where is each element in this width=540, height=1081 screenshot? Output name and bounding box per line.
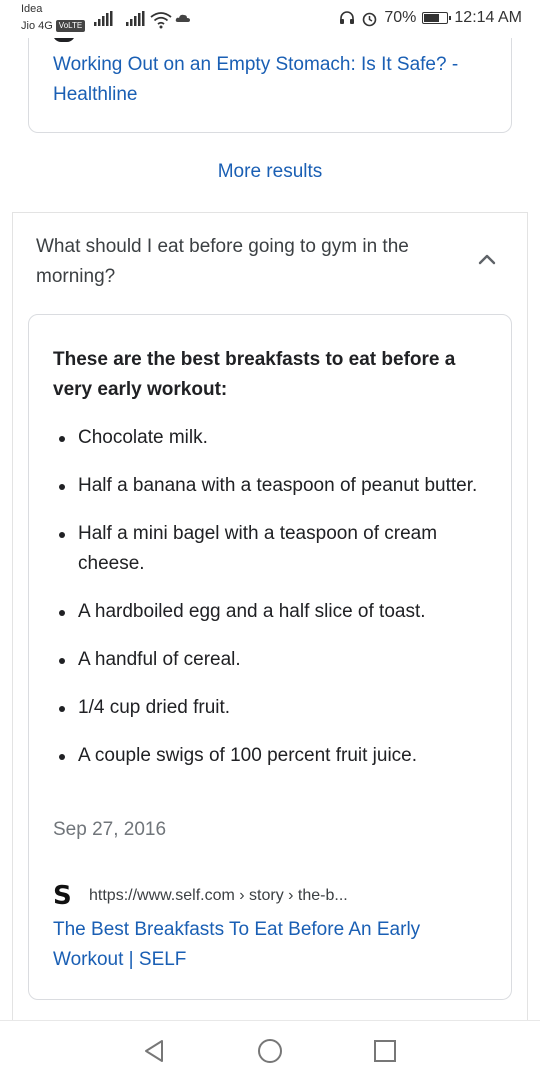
answer-list-item: Chocolate milk. [59,423,489,453]
carrier-secondary: Jio 4G VoLTE [21,20,86,32]
battery-percent: 70% [384,9,417,26]
alarm-icon [363,12,377,26]
answer-heading: These are the best breakfasts to eat bef… [53,349,456,400]
self-logo-icon: S [53,881,72,911]
source-row[interactable]: S https://www.self.com › story › the-b..… [53,883,348,909]
answer-list-item: A handful of cereal. [59,645,489,675]
source-title-link[interactable]: The Best Breakfasts To Eat Before An Ear… [53,915,483,975]
navigation-bar [0,1020,540,1081]
answer-list-item: Half a banana with a teaspoon of peanut … [59,471,489,501]
answer-list-item: Half a mini bagel with a teaspoon of cre… [59,519,489,579]
previous-result-link[interactable]: Working Out on an Empty Stomach: Is It S… [53,50,493,110]
answer-list-item: A couple swigs of 100 percent fruit juic… [59,741,489,771]
carrier-primary: Idea [21,3,43,15]
answer-date: Sep 27, 2016 [53,819,167,840]
clock: 12:14 AM [454,9,522,26]
home-icon[interactable] [256,1037,284,1065]
signal-icon [94,11,113,26]
battery-icon [422,12,452,24]
volte-badge: VoLTE [55,20,86,32]
more-results-button[interactable]: More results [0,150,540,194]
panel-left-border [12,212,13,1020]
cloud-icon [175,14,190,22]
faq-question[interactable]: What should I eat before going to gym in… [36,232,466,292]
wifi-icon [150,12,172,29]
source-url[interactable]: https://www.self.com › story › the-b... [89,887,348,905]
chevron-up-icon[interactable] [476,248,498,270]
back-icon[interactable] [140,1037,168,1065]
recents-icon[interactable] [371,1037,399,1065]
status-right: 70% 12:14 AM [339,9,522,27]
answer-list-item: 1/4 cup dried fruit. [59,693,489,723]
divider [12,212,528,213]
answer-list: Chocolate milk. Half a banana with a teas… [59,423,489,789]
faq-answer-card: These are the best breakfasts to eat bef… [28,314,512,1000]
carrier-secondary-label: Jio 4G [21,20,53,32]
status-bar: Idea Jio 4G VoLTE 70% 12:14 AM [0,0,540,38]
answer-list-item: A hardboiled egg and a half slice of toa… [59,597,489,627]
panel-right-border [527,212,528,1020]
headset-icon [340,11,355,24]
signal-icon-2 [126,11,145,26]
